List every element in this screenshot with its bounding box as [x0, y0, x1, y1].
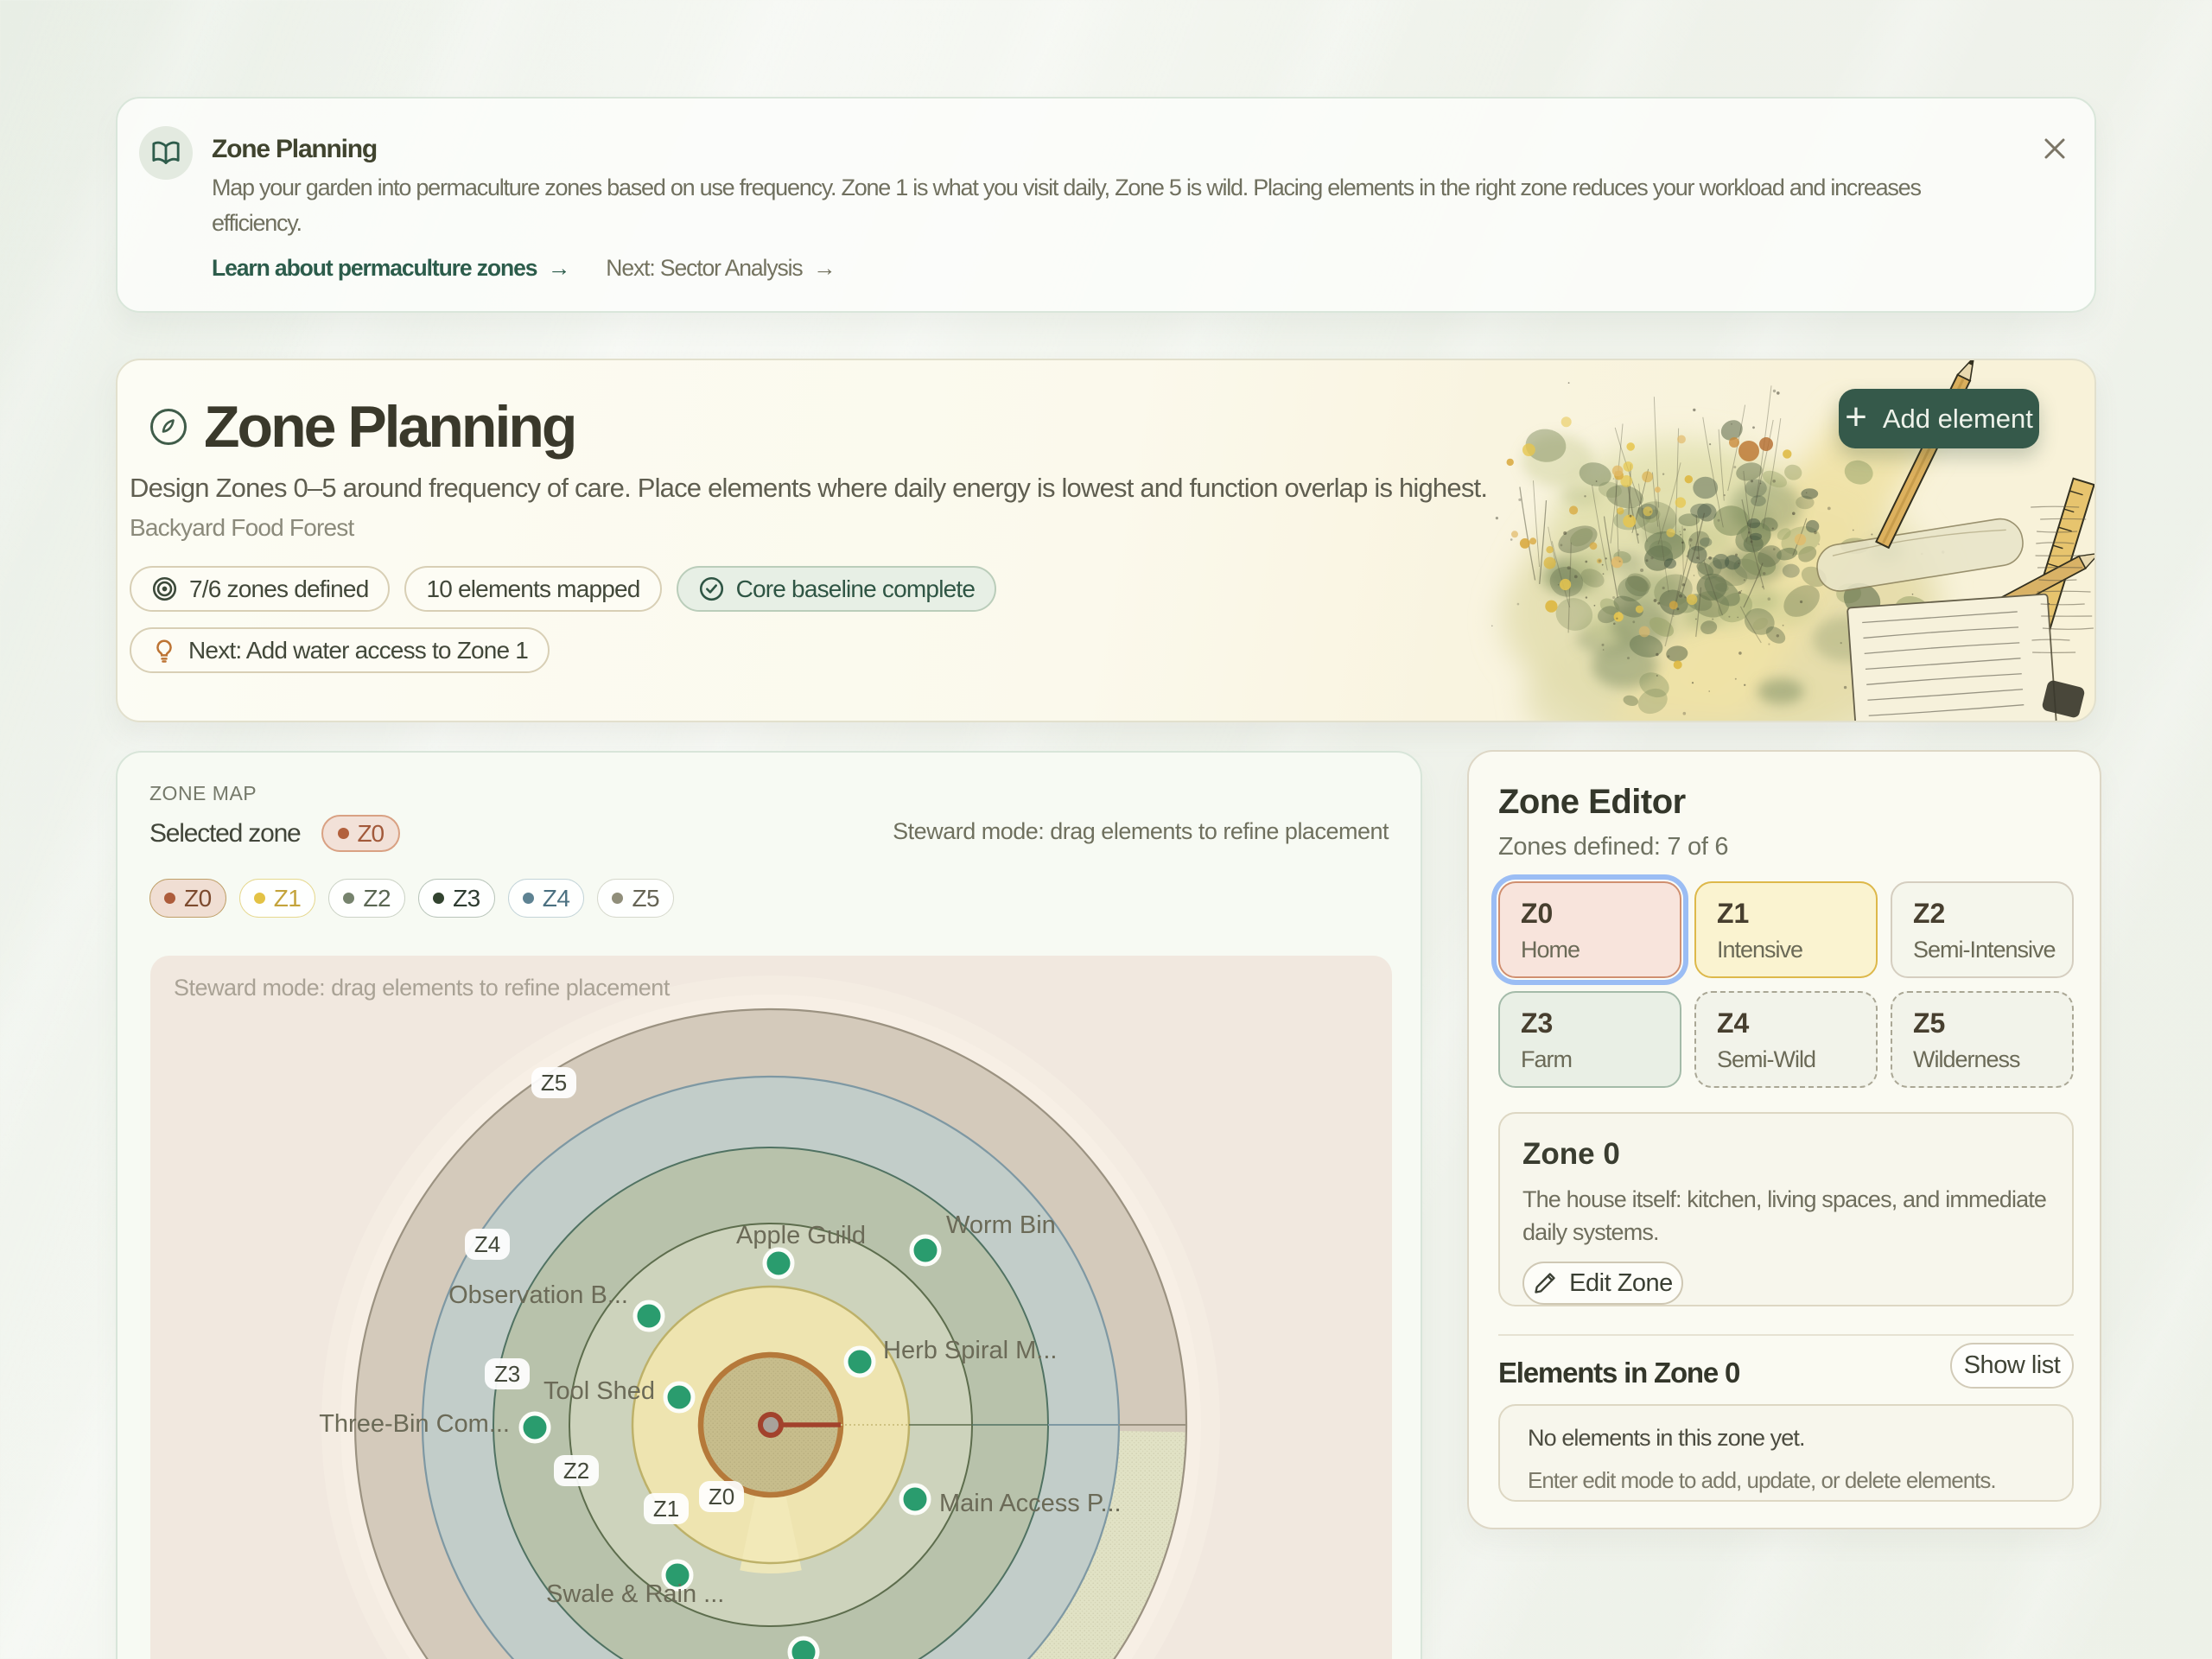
- svg-text:Swale & Rain ...: Swale & Rain ...: [546, 1580, 724, 1608]
- svg-text:Z4: Z4: [474, 1231, 500, 1257]
- svg-text:Worm Bin: Worm Bin: [946, 1211, 1056, 1239]
- svg-text:Herb Spiral M...: Herb Spiral M...: [883, 1337, 1057, 1364]
- svg-text:Z2: Z2: [563, 1458, 589, 1484]
- svg-text:Z0: Z0: [709, 1484, 734, 1510]
- svg-text:Z1: Z1: [653, 1496, 679, 1522]
- svg-text:Main Access P...: Main Access P...: [939, 1490, 1122, 1517]
- svg-text:Observation B...: Observation B...: [448, 1281, 628, 1309]
- svg-text:Z3: Z3: [494, 1361, 520, 1387]
- svg-text:Tool Shed: Tool Shed: [543, 1377, 655, 1405]
- svg-text:Three-Bin Com...: Three-Bin Com...: [319, 1410, 510, 1438]
- svg-text:Apple Guild: Apple Guild: [736, 1222, 866, 1249]
- svg-text:Z5: Z5: [541, 1070, 567, 1096]
